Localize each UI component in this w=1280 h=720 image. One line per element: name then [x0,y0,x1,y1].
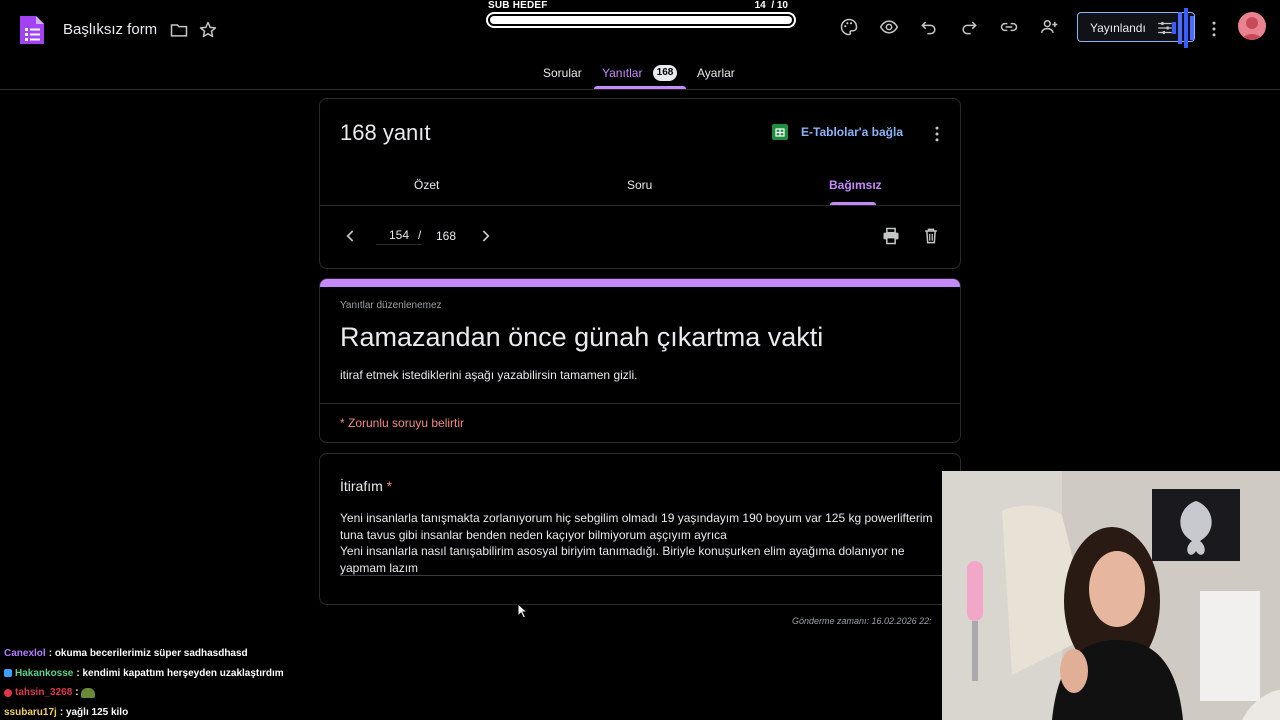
submitted-timestamp: Gönderme zamanı: 16.02.2026 22: [792,616,932,626]
more-vert-icon[interactable] [926,123,948,145]
emote-icon [81,687,96,698]
tab-active-indicator [594,86,686,89]
palette-icon[interactable] [838,16,860,38]
sub-goal-widget: SUB HEDEF 14 / 10 [484,0,796,30]
sub-goal-count: 14 / 10 [754,0,788,11]
mouse-cursor-icon [517,603,529,619]
main-tabs: Sorular Yanıtlar Ayarlar [0,60,1280,90]
trash-icon[interactable] [920,225,942,247]
stream-chat: Canexlol : okuma becerilerimiz süper sad… [4,644,334,720]
chat-message: ssubaru17j : yağlı 125 kilo [4,706,129,718]
responses-count-badge: 168 [653,65,677,81]
chat-username: Canexlol [4,648,46,660]
readonly-note: Yanıtlar düzenlenemez [340,300,442,311]
top-bar: Başlıksız form SUB HEDEF 14 / 10 Yayınla… [0,0,1280,60]
tab-summary[interactable]: Özet [414,178,439,192]
chat-username: ssubaru17j [4,706,57,718]
avatar[interactable] [1238,12,1266,40]
print-icon[interactable] [880,225,902,247]
required-mark: * [386,478,393,494]
redo-icon[interactable] [958,16,980,38]
chat-text: yağlı 125 kilo [65,706,129,718]
answer-line: Yeni insanlarla tanışmakta zorlanıyorum … [340,511,933,525]
link-icon[interactable] [998,16,1020,38]
sub-goal-progress-bar [486,12,796,28]
chat-text: okuma becerilerimiz süper sadhasdhasd [54,648,248,660]
sub-goal-progress-fill [490,16,792,24]
sheets-icon[interactable] [772,124,788,140]
more-vert-icon[interactable] [1203,18,1225,40]
publish-label: Yayınlandı [1090,21,1146,35]
question-card: İtirafım * Yeni insanlarla tanışmakta zo… [319,453,961,605]
form-description: itiraf etmek istediklerini aşağı yazabil… [340,368,638,382]
chat-message: Hakankosse : kendimi kapattım herşeyden … [4,664,334,684]
chat-username: tahsin_3268 [15,687,73,699]
question-label: İtirafım * [340,478,393,494]
divider [320,403,960,404]
undo-icon[interactable] [918,16,940,38]
chevron-right-icon[interactable] [474,225,496,247]
chat-message: Canexlol : okuma becerilerimiz süper sad… [4,648,248,660]
audio-visualizer-icon [1172,8,1194,48]
link-to-sheets-button[interactable]: E-Tablolar'a bağla [801,125,903,139]
chat-username: Hakankosse [15,667,74,679]
sub-goal-label: SUB HEDEF [488,0,548,11]
answer-line: Yeni insanlarla nasıl tanışabilirim asos… [340,544,905,558]
tab-question[interactable]: Soru [627,178,652,192]
form-header-card: Yanıtlar düzenlenemez Ramazandan önce gü… [319,278,961,443]
forms-logo-icon[interactable] [18,12,46,46]
tab-individual[interactable]: Bağımsız [829,178,882,192]
pager-total: 168 [436,229,457,243]
responses-count-title: 168 yanıt [340,120,431,145]
pager-separator: / [418,228,422,242]
required-note: * Zorunlu soruyu belirtir [340,416,465,430]
chat-badge-icon [4,688,12,697]
document-title[interactable]: Başlıksız form [63,21,157,38]
tab-responses[interactable]: Yanıtlar [602,66,642,80]
chat-text: kendimi kapattım herşeyden uzaklaştırdım [82,667,284,679]
answer-line: yapmam lazım [340,560,419,575]
webcam-feed [942,471,1280,720]
chevron-left-icon[interactable] [340,225,362,247]
responses-card: 168 yanıt E-Tablolar'a bağla Özet Soru B… [319,98,961,269]
add-collaborator-icon[interactable] [1038,16,1060,38]
answer-text: Yeni insanlarla tanışmakta zorlanıyorum … [340,510,950,576]
answer-line: tuna tavus gibi insanlar benden neden ka… [340,527,727,542]
chat-message: tahsin_3268 : [4,683,334,703]
preview-icon[interactable] [878,16,900,38]
form-title: Ramazandan önce günah çıkartma vakti [340,322,824,352]
form-accent-bar [320,279,960,287]
answer-underline [340,575,960,576]
chat-badge-icon [4,669,12,678]
tab-settings[interactable]: Ayarlar [697,66,735,80]
star-icon[interactable] [197,19,219,41]
response-index-input[interactable]: 154 [376,228,422,245]
folder-icon[interactable] [168,19,190,41]
tab-questions[interactable]: Sorular [543,66,582,80]
divider [320,205,960,206]
